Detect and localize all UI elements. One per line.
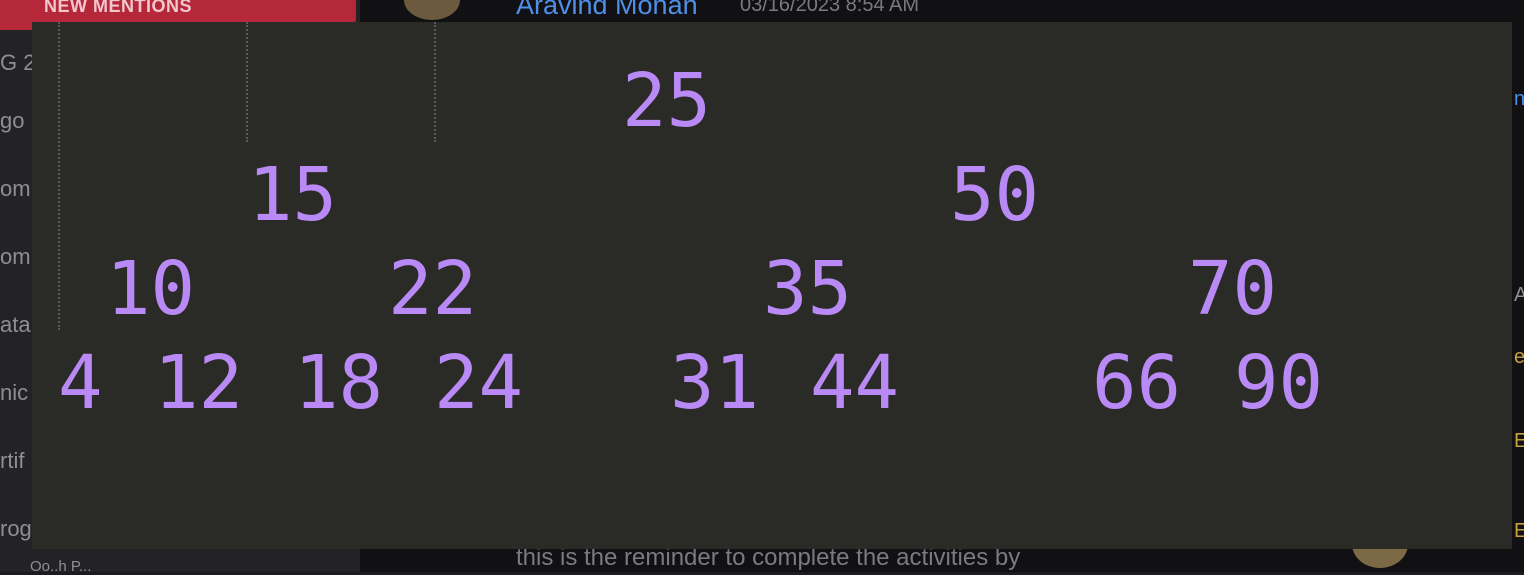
sidebar-footer: Oo..h P... — [30, 558, 92, 575]
tree-node: 25 — [622, 58, 712, 144]
right-edge-glyph: E — [1514, 430, 1524, 452]
tree-node: 18 — [294, 340, 384, 426]
tree-node: 44 — [810, 340, 900, 426]
indent-guide — [434, 22, 436, 142]
right-edge-glyph: n — [1514, 88, 1524, 110]
tree-node: 22 — [388, 246, 478, 332]
tree-node: 24 — [434, 340, 524, 426]
tree-node: 35 — [763, 246, 853, 332]
tree-node: 15 — [248, 152, 338, 238]
message-timestamp: 03/16/2023 8:54 AM — [740, 0, 920, 16]
tree-node: 70 — [1188, 246, 1278, 332]
code-block: 25 15 50 10 22 35 70 4 12 18 24 31 44 66… — [32, 22, 1512, 549]
message-author[interactable]: Aravind Mohan — [516, 0, 698, 21]
tree-node: 4 — [58, 340, 103, 426]
tree-node: 90 — [1234, 340, 1324, 426]
right-edge-glyph: A — [1514, 284, 1524, 306]
new-mentions-label: NEW MENTIONS — [44, 0, 192, 16]
indent-guide — [246, 22, 248, 142]
tree-node: 31 — [670, 340, 760, 426]
tree-node: 12 — [154, 340, 244, 426]
tree-node: 66 — [1092, 340, 1182, 426]
tree-node: 50 — [950, 152, 1040, 238]
right-edge-glyph: E — [1514, 520, 1524, 542]
right-edge-glyph: e — [1514, 346, 1524, 368]
tree-node: 10 — [106, 246, 196, 332]
indent-guide — [58, 22, 60, 330]
